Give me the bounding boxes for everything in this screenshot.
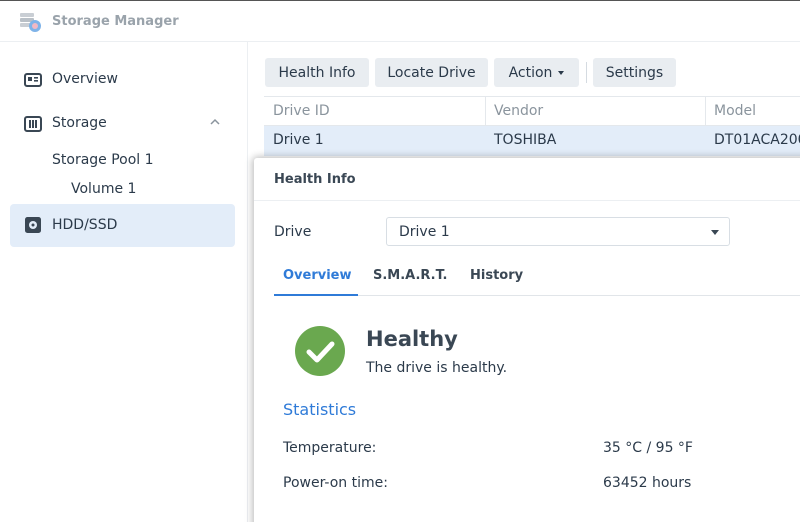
title-bar: Storage Manager	[0, 0, 800, 42]
temperature-label: Temperature:	[283, 440, 377, 456]
settings-button[interactable]: Settings	[593, 58, 676, 87]
app-title: Storage Manager	[52, 14, 179, 29]
cell-vendor: TOSHIBA	[494, 132, 557, 148]
caret-down-icon	[558, 70, 565, 75]
temperature-value: 35 °C / 95 °F	[603, 440, 693, 456]
sidebar-item-overview[interactable]: Overview	[10, 60, 235, 100]
toolbar-divider	[586, 62, 587, 83]
cell-model: DT01ACA200	[714, 132, 800, 148]
health-status-title: Healthy	[366, 327, 458, 351]
sidebar-item-label: Storage	[52, 115, 107, 131]
cell-drive-id: Drive 1	[273, 132, 324, 148]
action-dropdown-button[interactable]: Action	[494, 58, 579, 87]
storage-manager-app-icon	[20, 13, 41, 32]
caret-down-icon	[711, 230, 719, 235]
dialog-title: Health Info	[274, 172, 356, 187]
health-info-dialog: Health Info Drive Drive 1 Overview S.M.A…	[254, 158, 800, 522]
action-button-label: Action	[508, 64, 553, 81]
column-header-vendor[interactable]: Vendor	[494, 103, 543, 119]
health-status-description: The drive is healthy.	[366, 360, 508, 376]
column-divider[interactable]	[485, 97, 486, 126]
tab-overview[interactable]: Overview	[283, 268, 352, 283]
column-header-model[interactable]: Model	[714, 103, 756, 119]
drive-select-value: Drive 1	[399, 224, 450, 240]
check-circle-icon	[295, 326, 345, 376]
sidebar-item-storage[interactable]: Storage	[10, 104, 235, 144]
storage-icon	[24, 116, 42, 132]
hdd-icon	[25, 217, 41, 233]
sidebar-item-hdd-ssd[interactable]: HDD/SSD	[10, 204, 235, 247]
sidebar-item-volume-1[interactable]: Volume 1	[71, 181, 136, 197]
chevron-up-icon[interactable]	[209, 116, 221, 128]
power-on-time-label: Power-on time:	[283, 475, 388, 491]
column-divider[interactable]	[705, 97, 706, 126]
sidebar-item-storage-pool-1[interactable]: Storage Pool 1	[52, 152, 154, 168]
tab-history[interactable]: History	[470, 268, 523, 283]
sidebar: Overview Storage Storage Pool 1 Volume 1…	[0, 42, 248, 522]
sidebar-item-label: Overview	[52, 71, 118, 87]
locate-drive-button[interactable]: Locate Drive	[375, 58, 488, 87]
tab-smart[interactable]: S.M.A.R.T.	[373, 268, 447, 283]
table-row[interactable]: Drive 1 TOSHIBA DT01ACA200	[264, 126, 800, 156]
power-on-time-value: 63452 hours	[603, 475, 692, 491]
active-tab-indicator	[274, 294, 358, 296]
health-info-button[interactable]: Health Info	[265, 58, 369, 87]
dialog-header-divider	[254, 200, 800, 201]
statistics-section-title: Statistics	[283, 400, 357, 419]
sidebar-item-label: HDD/SSD	[52, 217, 118, 233]
column-header-drive-id[interactable]: Drive ID	[273, 103, 330, 119]
overview-icon	[24, 73, 42, 87]
table-header: Drive ID Vendor Model	[264, 96, 800, 126]
drive-field-label: Drive	[274, 224, 312, 240]
dialog-tabs: Overview S.M.A.R.T. History	[274, 262, 800, 296]
drive-select[interactable]: Drive 1	[386, 217, 730, 246]
